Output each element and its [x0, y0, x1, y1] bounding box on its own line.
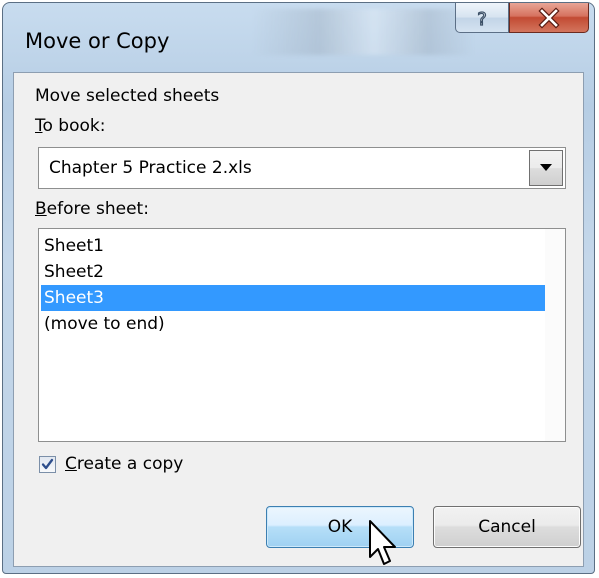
list-scrollbar[interactable] — [545, 229, 565, 441]
before-sheet-label-text: efore sheet: — [46, 199, 149, 219]
list-item-sheet1[interactable]: Sheet1 — [41, 233, 545, 259]
to-book-dropdown-button[interactable] — [529, 150, 563, 186]
svg-text:?: ? — [477, 9, 487, 29]
create-copy-label-text: reate a copy — [76, 454, 184, 474]
checkmark-icon — [41, 458, 54, 470]
dialog-title: Move or Copy — [25, 29, 170, 53]
to-book-label: To book: — [35, 116, 105, 136]
cancel-button[interactable]: Cancel — [433, 506, 581, 548]
list-item-sheet2[interactable]: Sheet2 — [41, 259, 545, 285]
list-item-sheet3[interactable]: Sheet3 — [41, 285, 545, 311]
create-copy-mnemonic: C — [65, 454, 77, 474]
create-copy-checkbox[interactable] — [39, 456, 56, 473]
create-copy-label[interactable]: Create a copy — [65, 454, 183, 474]
before-sheet-label: Before sheet: — [35, 199, 149, 219]
help-button[interactable]: ? — [455, 3, 509, 33]
move-or-copy-dialog: Move or Copy ? Move selected sheets To b… — [2, 2, 595, 574]
before-sheet-list[interactable]: Sheet1 Sheet2 Sheet3 (move to end) — [38, 228, 566, 442]
to-book-selected-value: Chapter 5 Practice 2.xls — [49, 158, 252, 178]
close-button[interactable] — [509, 3, 589, 33]
title-bar: Move or Copy ? — [3, 3, 594, 73]
dialog-body: Move selected sheets To book: Chapter 5 … — [13, 72, 584, 567]
to-book-label-text: o book: — [42, 116, 106, 136]
mouse-pointer-icon — [369, 520, 396, 565]
before-sheet-mnemonic: B — [35, 199, 47, 219]
to-book-mnemonic: T — [35, 116, 43, 136]
list-item-move-to-end[interactable]: (move to end) — [41, 311, 545, 337]
close-icon — [538, 6, 560, 29]
chevron-down-icon — [540, 164, 552, 171]
move-selected-sheets-label: Move selected sheets — [35, 86, 220, 106]
title-bar-background-blur — [253, 9, 473, 55]
to-book-dropdown[interactable]: Chapter 5 Practice 2.xls — [38, 147, 566, 189]
help-icon: ? — [477, 8, 488, 29]
